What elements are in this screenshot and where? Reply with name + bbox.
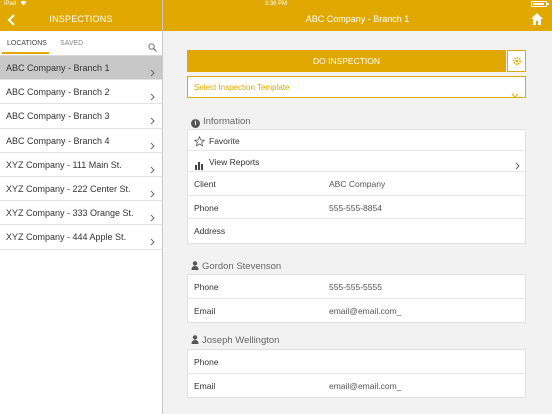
search-icon[interactable] — [148, 39, 157, 52]
chevron-right-icon — [150, 233, 155, 246]
status-bar: iPad 3:36 PM — [0, 0, 552, 9]
location-label: ABC Company - Branch 3 — [6, 111, 110, 122]
location-item[interactable]: ABC Company - Branch 4 — [0, 128, 162, 153]
location-label: XYZ Company - 111 Main St. — [6, 159, 122, 170]
favorite-label: Favorite — [209, 136, 240, 146]
location-item[interactable]: ABC Company - Branch 2 — [0, 80, 162, 105]
view-reports-label: View Reports — [209, 157, 260, 167]
address-label: Address — [194, 226, 226, 236]
address-row[interactable]: Address — [188, 219, 525, 243]
location-item[interactable]: XYZ Company - 111 Main St. — [0, 152, 162, 177]
contact-phone-value[interactable]: 555-555-5555 — [329, 282, 382, 292]
active-tab-indicator — [2, 52, 49, 54]
location-item[interactable]: XYZ Company - 333 Orange St. — [0, 201, 162, 226]
location-label: XYZ Company - 444 Apple St. — [6, 232, 127, 243]
home-icon[interactable] — [530, 12, 544, 26]
view-reports-row[interactable]: View Reports — [188, 151, 525, 172]
contact-email-value[interactable]: email@email.com_ — [329, 306, 401, 316]
detail-pane: DO INSPECTION Select Inspection Template… — [163, 31, 552, 414]
chevron-down-icon — [511, 85, 519, 98]
right-nav-bar: ABC Company - Branch 1 — [163, 9, 552, 31]
info-icon: i — [191, 119, 200, 128]
location-item[interactable]: XYZ Company - 222 Center St. — [0, 176, 162, 202]
contact-card: Phone Email email@email.com_ — [187, 349, 526, 398]
template-placeholder: Select Inspection Template — [194, 83, 290, 92]
location-label: ABC Company - Branch 2 — [6, 87, 110, 98]
chevron-right-icon — [150, 64, 155, 77]
battery-icon — [531, 1, 547, 7]
clock: 3:36 PM — [264, 1, 288, 7]
contact-phone-label: Phone — [194, 357, 219, 367]
tab-saved[interactable]: SAVED — [60, 40, 83, 47]
left-nav-bar: INSPECTIONS — [0, 9, 162, 31]
chevron-right-icon — [150, 137, 155, 149]
contact-heading: Gordon Stevenson — [191, 261, 281, 272]
settings-button[interactable] — [507, 50, 526, 72]
person-icon — [191, 261, 199, 270]
chevron-right-icon — [150, 88, 155, 101]
contact-card: Phone 555-555-5555 Email email@email.com… — [187, 274, 526, 323]
chevron-right-icon — [150, 185, 155, 198]
left-nav-title: INSPECTIONS — [49, 14, 113, 24]
location-label: ABC Company - Branch 1 — [6, 63, 110, 73]
location-label: ABC Company - Branch 4 — [6, 135, 110, 146]
location-label: XYZ Company - 222 Center St. — [6, 183, 131, 194]
gear-icon — [512, 56, 522, 66]
chevron-right-icon — [150, 112, 155, 125]
contact-heading: Joseph Wellington — [191, 335, 279, 346]
contact-email-row[interactable]: Email email@email.com_ — [188, 374, 525, 398]
location-label: XYZ Company - 333 Orange St. — [6, 208, 134, 219]
chevron-right-icon — [515, 157, 520, 170]
contact-email-value[interactable]: email@email.com_ — [329, 381, 401, 391]
chevron-right-icon — [150, 161, 155, 174]
favorite-row[interactable]: Favorite — [188, 130, 525, 151]
information-heading: i Information — [191, 116, 251, 128]
person-icon — [191, 335, 199, 344]
contact-email-row[interactable]: Email email@email.com_ — [188, 299, 525, 323]
do-inspection-button[interactable]: DO INSPECTION — [187, 50, 506, 72]
phone-value[interactable]: 555-555-8854 — [329, 203, 382, 213]
location-item[interactable]: ABC Company - Branch 1 — [0, 56, 162, 81]
location-item[interactable]: ABC Company - Branch 3 — [0, 104, 162, 129]
inspection-template-select[interactable]: Select Inspection Template — [187, 76, 526, 98]
star-icon — [193, 134, 206, 152]
contact-phone-label: Phone — [194, 282, 219, 292]
client-label: Client — [194, 179, 216, 189]
location-item[interactable]: XYZ Company - 444 Apple St. — [0, 225, 162, 250]
phone-row[interactable]: Phone 555-555-8854 — [188, 196, 525, 219]
location-list: ABC Company - Branch 1 ABC Company - Bran… — [0, 56, 162, 250]
contact-email-label: Email — [194, 380, 216, 391]
phone-label: Phone — [194, 202, 219, 213]
tab-locations[interactable]: LOCATIONS — [7, 40, 47, 47]
tab-bar: LOCATIONS SAVED — [0, 31, 162, 55]
contact-phone-row[interactable]: Phone 555-555-5555 — [188, 275, 525, 299]
chevron-right-icon — [150, 209, 155, 222]
information-card: Favorite View Reports Client ABC Company… — [187, 129, 526, 244]
client-row: Client ABC Company — [188, 172, 525, 196]
client-value: ABC Company — [329, 179, 386, 189]
right-nav-title: ABC Company - Branch 1 — [305, 14, 410, 24]
contact-phone-row[interactable]: Phone — [188, 350, 525, 374]
contact-email-label: Email — [194, 305, 216, 316]
